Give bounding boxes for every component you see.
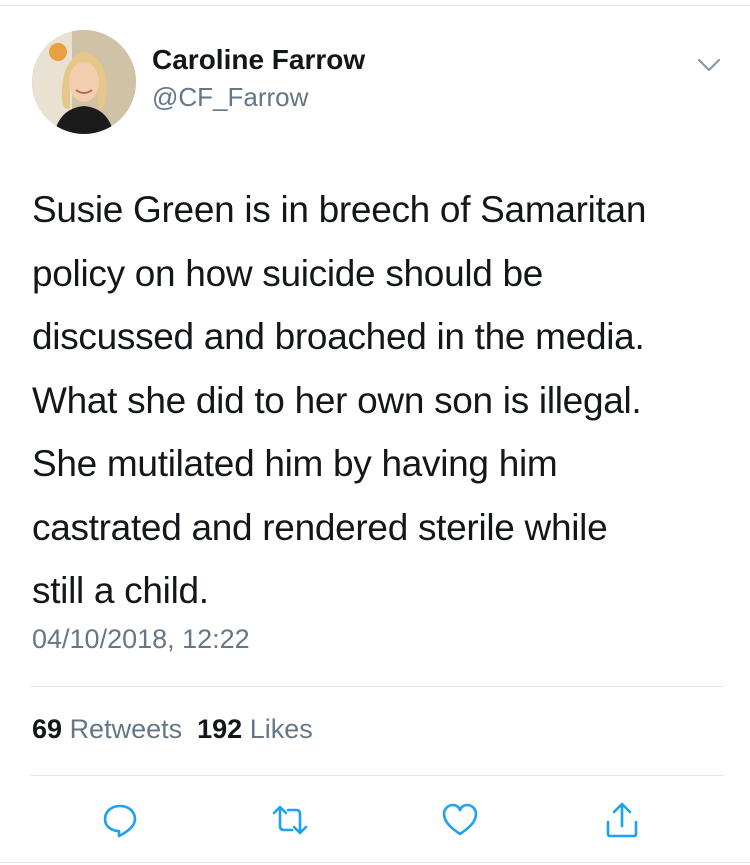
reply-button[interactable] [100, 800, 140, 840]
retweet-icon [272, 805, 308, 835]
retweets-stat[interactable]: 69 Retweets [32, 714, 182, 744]
tweet-text-line: What she did to her own son is illegal. [32, 379, 642, 421]
author-name[interactable]: Caroline Farrow [152, 44, 365, 76]
like-button[interactable] [440, 800, 480, 840]
divider [30, 686, 724, 687]
avatar[interactable] [32, 30, 136, 134]
retweets-count: 69 [32, 714, 63, 744]
tweet-stats: 69 Retweets 192 Likes [32, 714, 313, 745]
tweet-text-line: Susie Green is in breech of Samaritan [32, 189, 647, 230]
reply-icon [103, 804, 137, 838]
tweet-text-line: still a child. [32, 570, 209, 611]
likes-label: Likes [249, 714, 313, 744]
tweet-timestamp[interactable]: 04/10/2018, 12:22 [32, 624, 250, 655]
retweets-label: Retweets [69, 714, 183, 744]
likes-stat[interactable]: 192 Likes [197, 714, 313, 744]
retweet-button[interactable] [270, 800, 310, 840]
tweet-text-line: castrated and rendered sterile while [32, 506, 608, 548]
tweet-text-line: discussed and broached in the media. [32, 316, 645, 357]
share-icon [606, 802, 638, 838]
heart-icon [442, 803, 478, 836]
top-divider [0, 5, 750, 6]
tweet-text-line: policy on how suicide should be [32, 252, 544, 294]
avatar-image [32, 30, 136, 134]
likes-count: 192 [197, 714, 243, 744]
share-button[interactable] [602, 800, 642, 840]
divider [30, 775, 724, 776]
author-handle[interactable]: @CF_Farrow [152, 82, 308, 113]
bottom-divider [0, 862, 750, 863]
chevron-down-icon[interactable] [694, 50, 724, 80]
tweet-text-line: She mutilated him by having him [32, 443, 558, 484]
tweet-text: Susie Green is in breech of Samaritan po… [32, 178, 732, 623]
